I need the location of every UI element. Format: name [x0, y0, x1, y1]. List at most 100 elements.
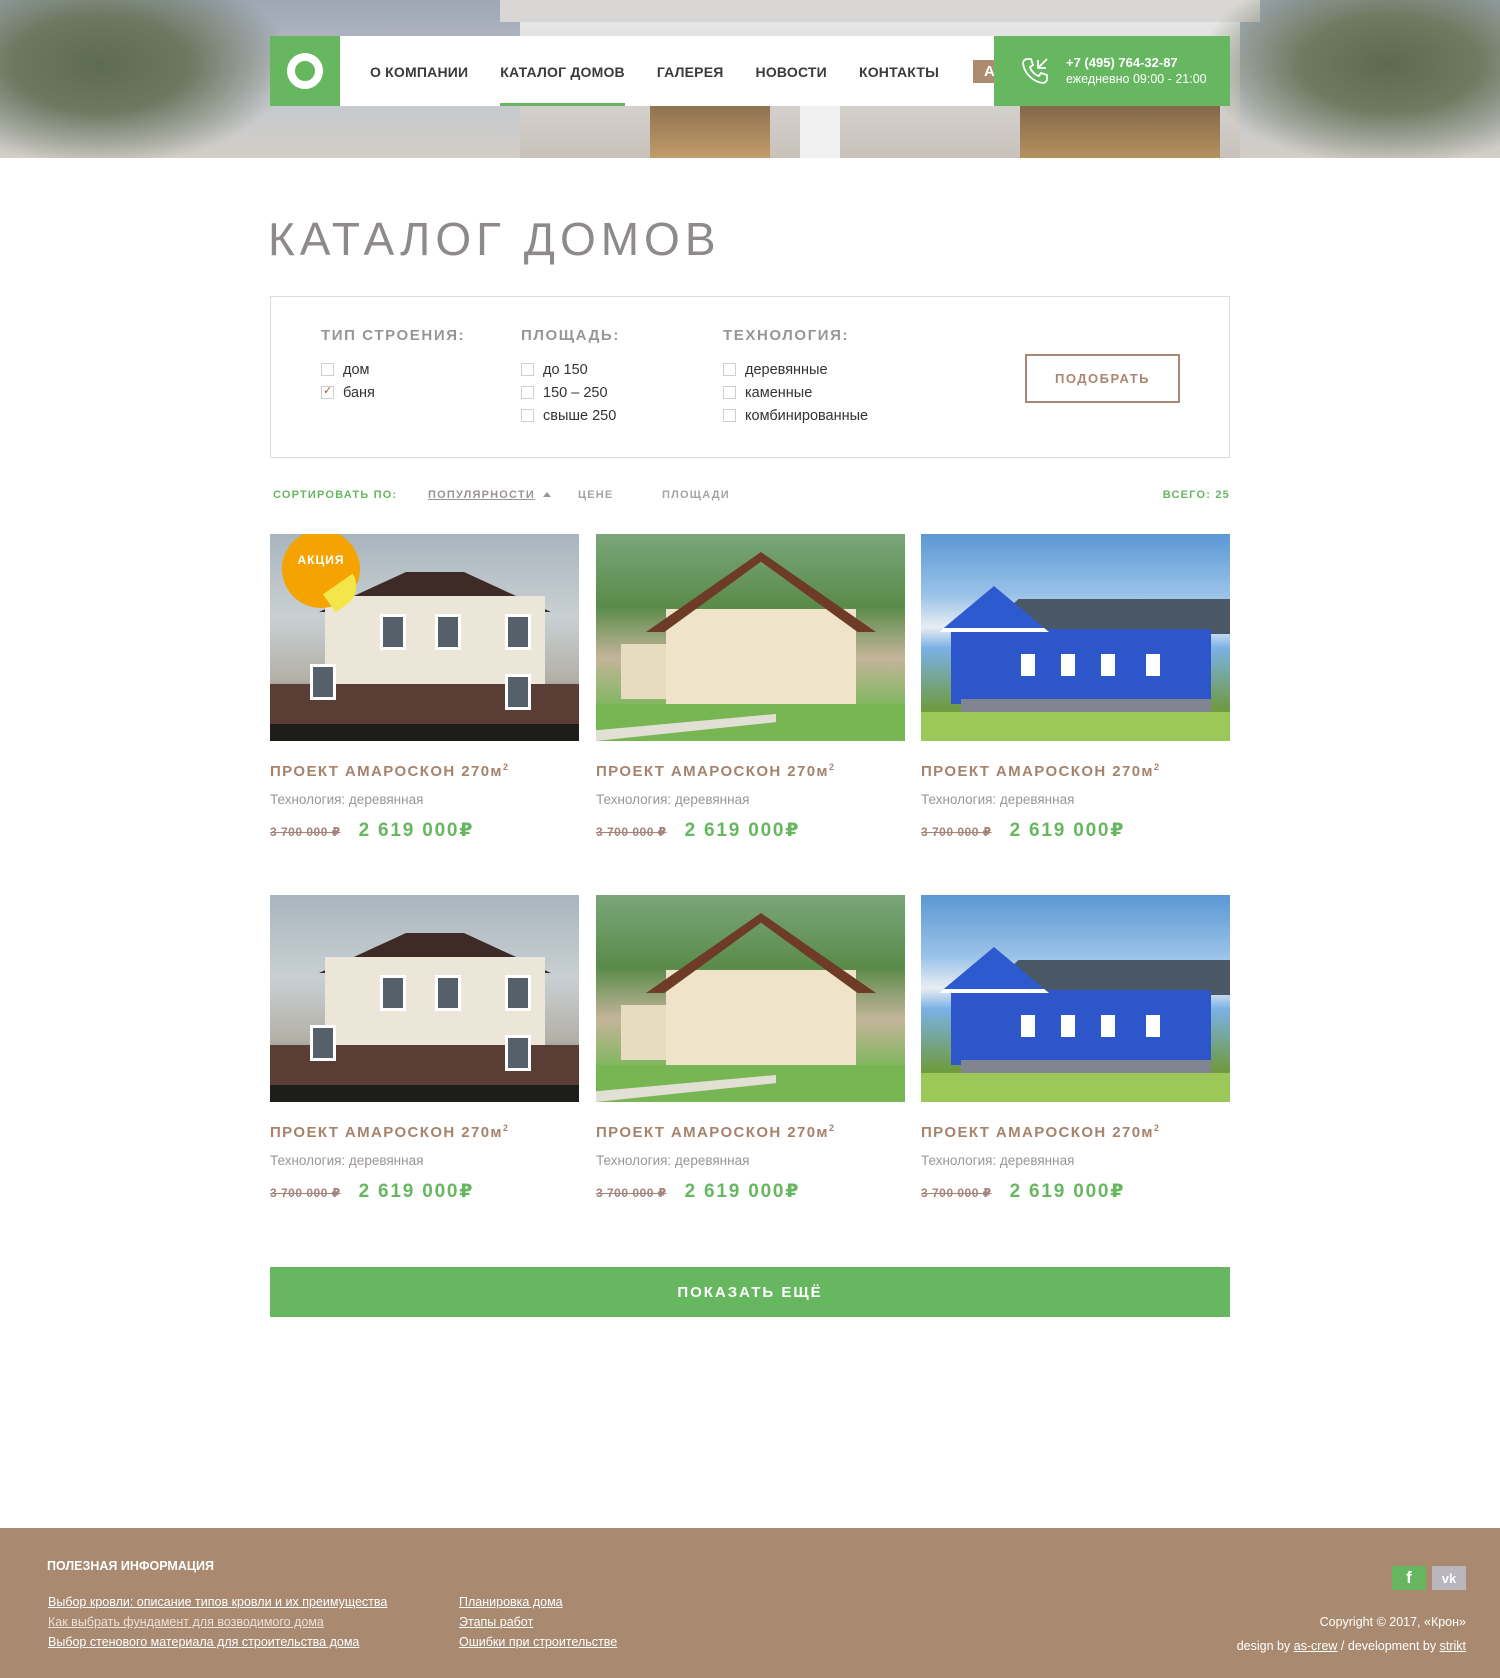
product-technology: Технология: деревянная	[921, 792, 1075, 807]
product-price: 3 700 000 ₽ 2 619 000₽	[921, 819, 1230, 842]
filter-option-label: дом	[343, 361, 370, 378]
house-window	[435, 614, 461, 650]
product-card[interactable]: АКЦИЯ ПРОЕКТ АМАРОСКОН 270м2 Технология:…	[270, 534, 579, 842]
sort-by-area[interactable]: ПЛОЩАДИ	[662, 489, 730, 501]
nav-item-about[interactable]: О КОМПАНИИ	[370, 36, 468, 106]
house-wall	[951, 990, 1211, 1065]
product-card[interactable]: ПРОЕКТ АМАРОСКОН 270м2 Технология: дерев…	[596, 534, 905, 842]
checkbox[interactable]	[521, 386, 534, 399]
logo[interactable]	[270, 36, 340, 106]
house-window	[1061, 1015, 1075, 1037]
checkbox[interactable]	[521, 409, 534, 422]
product-image[interactable]	[596, 895, 905, 1102]
checkbox[interactable]	[723, 363, 736, 376]
product-technology: Технология: деревянная	[270, 1153, 424, 1168]
nav-item-catalog[interactable]: КАТАЛОГ ДОМОВ	[500, 36, 625, 106]
product-name[interactable]: ПРОЕКТ АМАРОСКОН 270м2	[921, 762, 1230, 780]
nav-item-gallery[interactable]: ГАЛЕРЕЯ	[657, 36, 724, 106]
house-window	[1146, 1015, 1160, 1037]
old-price: 3 700 000 ₽	[921, 1186, 992, 1200]
work-hours: ежедневно 09:00 - 21:00	[1066, 72, 1207, 86]
sort-by-price[interactable]: ЦЕНЕ	[578, 489, 613, 501]
footer-link[interactable]: Как выбрать фундамент для возводимого до…	[48, 1612, 387, 1632]
lawn	[921, 1073, 1230, 1102]
product-name[interactable]: ПРОЕКТ АМАРОСКОН 270м2	[921, 1123, 1230, 1141]
filter-title: ПЛОЩАДЬ:	[521, 327, 620, 344]
nav-item-contacts[interactable]: КОНТАКТЫ	[859, 36, 939, 106]
show-more-button[interactable]: ПОКАЗАТЬ ЕЩЁ	[270, 1267, 1230, 1317]
house-window	[1101, 654, 1115, 676]
product-card[interactable]: ПРОЕКТ АМАРОСКОН 270м2 Технология: дерев…	[270, 895, 579, 1203]
old-price: 3 700 000 ₽	[596, 1186, 667, 1200]
product-name[interactable]: ПРОЕКТ АМАРОСКОН 270м2	[596, 762, 905, 780]
filter-option-label: каменные	[745, 384, 813, 401]
phone-number[interactable]: +7 (495) 764-32-87	[1066, 54, 1207, 71]
footer-links-col1: Выбор кровли: описание типов кровли и их…	[48, 1592, 387, 1652]
footer-link[interactable]: Выбор стенового материала для строительс…	[48, 1632, 387, 1652]
design-credit-link[interactable]: as-crew	[1294, 1639, 1338, 1653]
filter-building-type: ТИП СТРОЕНИЯ: дом баня	[321, 327, 465, 404]
hero-window	[1020, 100, 1220, 158]
product-image[interactable]	[921, 895, 1230, 1102]
credits: design by as-crew / development by strik…	[1237, 1634, 1466, 1658]
product-name[interactable]: ПРОЕКТ АМАРОСКОН 270м2	[270, 1123, 579, 1141]
copyright-text: Copyright © 2017, «Крон»	[1319, 1615, 1466, 1629]
footer-link[interactable]: Ошибки при строительстве	[459, 1632, 617, 1652]
product-name[interactable]: ПРОЕКТ АМАРОСКОН 270м2	[596, 1123, 905, 1141]
credit-prefix: / development by	[1337, 1639, 1437, 1653]
checkbox[interactable]	[723, 409, 736, 422]
product-card[interactable]: ПРОЕКТ АМАРОСКОН 270м2 Технология: дерев…	[921, 895, 1230, 1203]
filter-option[interactable]: свыше 250	[521, 404, 620, 427]
filter-submit-button[interactable]: ПОДОБРАТЬ	[1025, 354, 1180, 403]
filter-option[interactable]: дом	[321, 358, 465, 381]
social-links: f vk	[1392, 1566, 1466, 1590]
sort-by-popularity[interactable]: ПОПУЛЯРНОСТИ	[428, 489, 551, 501]
filter-option[interactable]: каменные	[723, 381, 868, 404]
old-price: 3 700 000 ₽	[596, 825, 667, 839]
filter-option-label: до 150	[543, 361, 588, 378]
sort-label: СОРТИРОВАТЬ ПО:	[273, 489, 398, 501]
product-name[interactable]: ПРОЕКТ АМАРОСКОН 270м2	[270, 762, 579, 780]
checkbox-checked[interactable]	[321, 384, 334, 399]
house-wall	[666, 970, 856, 1070]
filter-option[interactable]: баня	[321, 381, 465, 404]
product-card[interactable]: ПРОЕКТ АМАРОСКОН 270м2 Технология: дерев…	[921, 534, 1230, 842]
old-price: 3 700 000 ₽	[921, 825, 992, 839]
credit-prefix: design by	[1236, 1639, 1291, 1653]
filter-option[interactable]: комбинированные	[723, 404, 868, 427]
checkbox[interactable]	[521, 363, 534, 376]
filter-option[interactable]: до 150	[521, 358, 620, 381]
nav-item-news[interactable]: НОВОСТИ	[756, 36, 827, 106]
checkbox[interactable]	[321, 363, 334, 376]
house-window	[1146, 654, 1160, 676]
filter-option[interactable]: 150 – 250	[521, 381, 620, 404]
product-image[interactable]	[270, 895, 579, 1102]
product-price: 3 700 000 ₽ 2 619 000₽	[596, 1180, 905, 1203]
checkbox[interactable]	[723, 386, 736, 399]
vk-icon[interactable]: vk	[1432, 1566, 1466, 1590]
dev-credit-link[interactable]: strikt	[1440, 1639, 1466, 1653]
product-image[interactable]	[921, 534, 1230, 741]
facebook-icon[interactable]: f	[1392, 1566, 1426, 1590]
product-technology: Технология: деревянная	[596, 1153, 750, 1168]
footer-link[interactable]: Выбор кровли: описание типов кровли и их…	[48, 1592, 387, 1612]
product-image[interactable]	[596, 534, 905, 741]
product-price: 3 700 000 ₽ 2 619 000₽	[921, 1180, 1230, 1203]
current-price: 2 619 000₽	[684, 820, 801, 841]
phone-box[interactable]: +7 (495) 764-32-87 ежедневно 09:00 - 21:…	[994, 36, 1230, 106]
filter-area: ПЛОЩАДЬ: до 150 150 – 250 свыше 250	[521, 327, 620, 427]
product-card[interactable]: ПРОЕКТ АМАРОСКОН 270м2 Технология: дерев…	[596, 895, 905, 1203]
filter-option[interactable]: деревянные	[723, 358, 868, 381]
filter-option-label: комбинированные	[745, 407, 869, 424]
house-window	[505, 1035, 531, 1071]
house-window	[1101, 1015, 1115, 1037]
current-price: 2 619 000₽	[684, 1181, 801, 1202]
product-price: 3 700 000 ₽ 2 619 000₽	[596, 819, 905, 842]
footer-link[interactable]: Планировка дома	[459, 1592, 617, 1612]
house-window	[1021, 654, 1035, 676]
product-technology: Технология: деревянная	[596, 792, 750, 807]
product-image[interactable]: АКЦИЯ	[270, 534, 579, 741]
house-base	[961, 699, 1211, 713]
footer-link[interactable]: Этапы работ	[459, 1612, 617, 1632]
page-title: КАТАЛОГ ДОМОВ	[268, 213, 721, 265]
